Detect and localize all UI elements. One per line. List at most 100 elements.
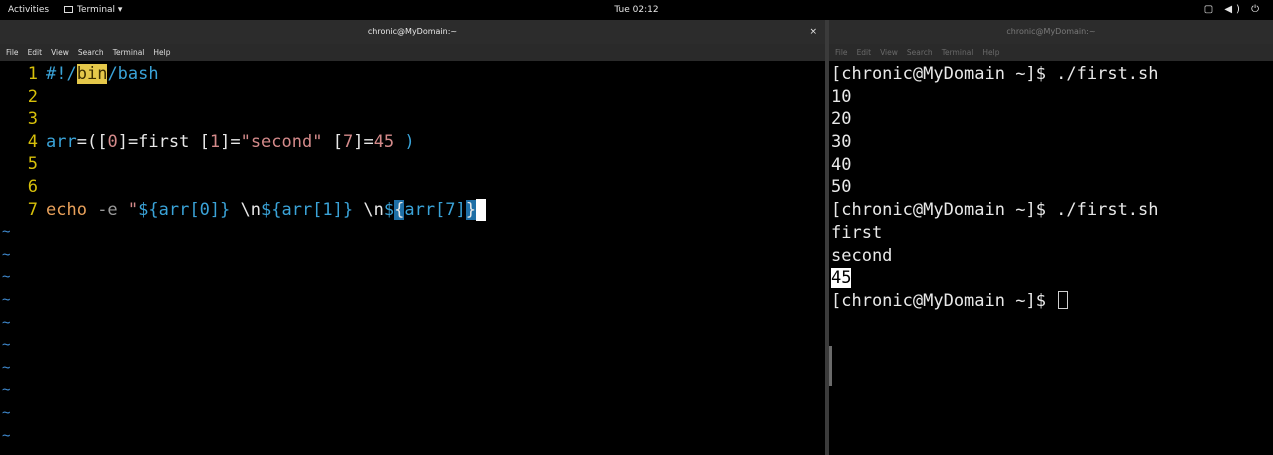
line-number: 2 [27, 86, 38, 107]
code-token: -e [86, 199, 128, 220]
line-number: 3 [27, 109, 38, 130]
empty-line-tilde: ~ [2, 224, 11, 241]
code-token: [ [199, 131, 210, 152]
vim-line[interactable]: 7 echo -e "${arr[0]} \n${arr[1]} \n${arr[… [0, 198, 487, 222]
vim-line[interactable]: 5 [0, 153, 46, 176]
code-token: ]= [353, 131, 374, 152]
line-number: 6 [27, 177, 38, 197]
left-menu-file[interactable]: File [6, 48, 19, 57]
code-token: 0 [107, 131, 118, 152]
code-token: 45 [373, 131, 395, 152]
empty-line-tilde: ~ [2, 292, 11, 308]
code-token: \n [230, 199, 261, 220]
empty-line-tilde: ~ [2, 337, 11, 354]
left-menu-terminal[interactable]: Terminal [113, 48, 145, 57]
empty-line-tilde: ~ [2, 269, 11, 286]
code-token: [ [322, 131, 343, 152]
empty-line-tilde: ~ [2, 359, 11, 376]
code-token: #!/ [46, 64, 77, 84]
empty-line-tilde: ~ [2, 314, 11, 331]
empty-line-tilde: ~ [2, 246, 11, 263]
close-icon[interactable]: × [809, 20, 817, 44]
terminal-line-text: 30 [831, 132, 852, 153]
code-token: ${arr[1]} [261, 199, 354, 220]
text-cursor [1058, 290, 1069, 309]
terminal-line-text: 40 [831, 154, 852, 175]
terminal-line-text: 10 [831, 86, 852, 107]
scrollbar-thumb[interactable] [829, 346, 832, 386]
line-number: 1 [27, 64, 38, 84]
terminal-line: first [831, 222, 1159, 245]
terminal-line: 30 [831, 131, 1159, 154]
terminal-line: 20 [831, 108, 1159, 131]
code-token: 1 [209, 131, 221, 152]
code-token: arr[7] [404, 199, 466, 220]
code-token: 7 [342, 131, 354, 152]
right-menu-file[interactable]: File [835, 48, 848, 57]
right-menu-edit[interactable]: Edit [857, 48, 872, 57]
code-token: $ [383, 199, 395, 220]
code-token: echo [46, 199, 87, 220]
code-token: \n [353, 199, 384, 220]
empty-line-tilde: ~ [2, 382, 11, 399]
right-menu-help[interactable]: Help [982, 48, 999, 57]
code-token: } [465, 199, 477, 220]
right-terminal-window[interactable]: chronic@MyDomain:~ File Edit View Search Ter… [829, 20, 1273, 455]
right-menu-search[interactable]: Search [907, 48, 933, 57]
terminal-line-text: second [831, 245, 893, 266]
vim-editor-buffer[interactable]: 1 #!/bin/bash 2 3 4 arr=([0]=first [1]="secon… [0, 61, 825, 455]
right-menu-terminal[interactable]: Terminal [942, 48, 974, 57]
empty-line-tilde: ~ [2, 405, 11, 421]
left-terminal-window[interactable]: chronic@MyDomain:~ × File Edit View Search T… [0, 20, 825, 455]
vim-line[interactable]: 1 #!/bin/bash [0, 63, 159, 86]
code-token: bin [76, 64, 108, 84]
vim-line[interactable]: 6 [0, 176, 46, 199]
terminal-line-text: [chronic@MyDomain ~]$ [831, 290, 1057, 311]
code-token: arr [46, 131, 77, 152]
line-number: 5 [27, 154, 38, 175]
vim-line[interactable]: 2 [0, 86, 46, 109]
code-token: [ [97, 131, 108, 152]
left-menu-view[interactable]: View [51, 48, 69, 57]
right-menu-view[interactable]: View [880, 48, 898, 57]
text-cursor [476, 198, 487, 222]
terminal-line-text: 50 [831, 177, 852, 198]
terminal-line-text: first [831, 222, 883, 243]
terminal-line: [chronic@MyDomain ~]$ ./first.sh [831, 63, 1159, 86]
code-token: ]= [220, 131, 241, 152]
code-token: /bash [107, 64, 159, 84]
empty-line-tilde: ~ [2, 427, 11, 444]
right-menu-bar: File Edit View Search Terminal Help [829, 44, 1273, 61]
code-token: " [127, 199, 139, 220]
vim-line[interactable]: 3 [0, 108, 46, 131]
right-title-bar: chronic@MyDomain:~ [829, 20, 1273, 44]
terminal-line: [chronic@MyDomain ~]$ ./first.sh [831, 199, 1159, 222]
code-token: { [394, 199, 405, 220]
left-title-bar: chronic@MyDomain:~ × [0, 20, 825, 44]
top-bar: Activities Terminal ▾ Tue 02:12 ▢ ◀) ⏻ [0, 0, 1273, 20]
terminal-line-text: [chronic@MyDomain ~]$ ./first.sh [831, 64, 1159, 84]
code-token: ) [394, 131, 415, 152]
left-menu-help[interactable]: Help [153, 48, 170, 57]
vim-line[interactable]: 4 arr=([0]=first [1]="second" [7]=45 ) [0, 131, 415, 154]
line-number: 4 [27, 131, 38, 152]
terminal-line-text: 20 [831, 109, 852, 130]
terminal-line-text: 45 [831, 268, 852, 289]
clock[interactable]: Tue 02:12 [0, 5, 1273, 15]
window-title: chronic@MyDomain:~ [1006, 27, 1096, 36]
terminal-line: 10 [831, 86, 1159, 109]
line-number: 7 [27, 199, 38, 220]
terminal-line: 40 [831, 154, 1159, 177]
code-token: ]=first [117, 131, 200, 152]
terminal-line: 50 [831, 176, 1159, 199]
code-token: =( [76, 131, 98, 152]
code-token: "second" [240, 131, 323, 152]
window-title: chronic@MyDomain:~ [367, 27, 458, 36]
terminal-line: 45 [831, 267, 1159, 290]
shell-output[interactable]: [chronic@MyDomain ~]$ ./first.sh 10 20 30 40… [831, 63, 1159, 313]
terminal-line-text: [chronic@MyDomain ~]$ ./first.sh [831, 200, 1159, 221]
code-token: ${arr[0]} [138, 199, 231, 220]
left-menu-search[interactable]: Search [78, 48, 104, 57]
left-menu-edit[interactable]: Edit [28, 48, 43, 57]
system-tray-icons[interactable]: ▢ ◀) ⏻ [1204, 4, 1263, 15]
